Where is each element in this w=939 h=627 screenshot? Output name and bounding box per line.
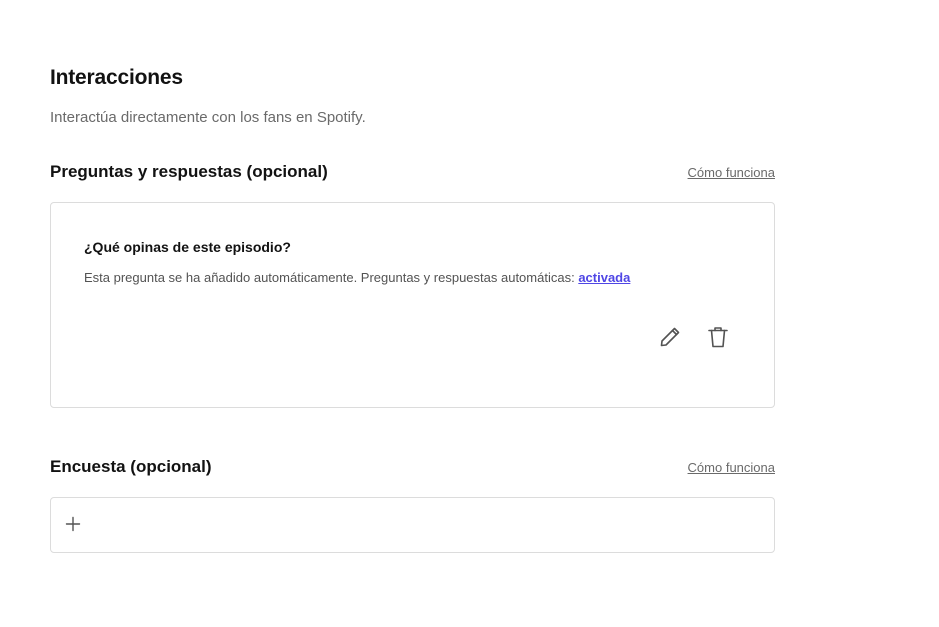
- poll-card[interactable]: [50, 497, 775, 553]
- qa-title: Preguntas y respuestas (opcional): [50, 162, 328, 181]
- qa-auto-note: Esta pregunta se ha añadido automáticame…: [84, 270, 630, 285]
- qa-auto-status-link[interactable]: activada: [578, 270, 630, 285]
- pencil-icon: [660, 327, 680, 347]
- edit-question-button[interactable]: [657, 324, 683, 350]
- section-subtitle: Interactúa directamente con los fans en …: [50, 109, 366, 126]
- qa-header: Preguntas y respuestas (opcional) Cómo f…: [50, 162, 775, 182]
- interactions-page: Interacciones Interactúa directamente co…: [0, 0, 939, 627]
- qa-question: ¿Qué opinas de este episodio?: [84, 239, 291, 255]
- plus-icon: [65, 516, 81, 532]
- qa-how-it-works-link[interactable]: Cómo funciona: [688, 165, 775, 180]
- qa-card: ¿Qué opinas de este episodio? Esta pregu…: [50, 202, 775, 408]
- qa-auto-note-text: Esta pregunta se ha añadido automáticame…: [84, 270, 575, 285]
- delete-question-button[interactable]: [705, 324, 731, 350]
- poll-header: Encuesta (opcional) Cómo funciona: [50, 457, 775, 477]
- poll-title: Encuesta (opcional): [50, 457, 212, 476]
- section-title: Interacciones: [50, 66, 183, 89]
- poll-how-it-works-link[interactable]: Cómo funciona: [688, 460, 775, 475]
- trash-icon: [708, 327, 728, 348]
- add-poll-button[interactable]: [63, 514, 83, 534]
